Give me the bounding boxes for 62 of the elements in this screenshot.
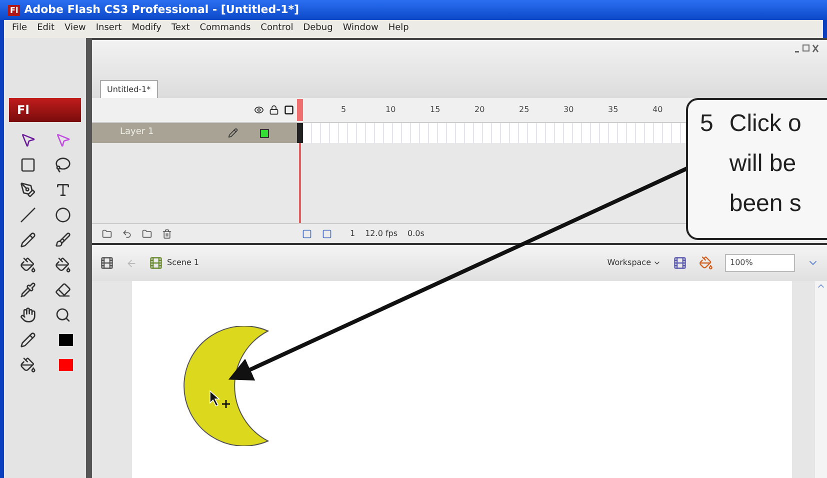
app-badge: Fl [8, 4, 20, 16]
oval-tool-icon[interactable] [55, 206, 71, 222]
step-number: 5 [700, 109, 714, 139]
brush-tool-icon[interactable] [55, 232, 71, 248]
trash-icon[interactable] [162, 228, 172, 238]
eyedropper-tool-icon[interactable] [20, 282, 36, 298]
line-tool-icon[interactable] [20, 206, 36, 222]
callout-text: been s [729, 189, 802, 219]
lock-icon[interactable] [269, 105, 279, 115]
workspace-menu[interactable]: Workspace [607, 257, 661, 269]
text-tool-icon[interactable] [55, 182, 71, 198]
frame-keyframe-icon [260, 128, 269, 138]
frame-rate: 12.0 fps [365, 228, 398, 240]
menu-item[interactable]: View [64, 22, 86, 36]
stroke-color-swatch[interactable] [58, 334, 72, 346]
eye-icon[interactable] [254, 105, 264, 115]
frame-number: 15 [430, 104, 442, 116]
subselection-tool-icon[interactable] [55, 132, 71, 148]
frame-number: 35 [608, 104, 620, 116]
current-frame: 1 [350, 228, 356, 240]
menu-item[interactable]: Modify [132, 22, 162, 36]
menu-item[interactable]: Window [342, 22, 378, 36]
pencil-tool-icon[interactable] [20, 232, 36, 248]
fill-color-swatch[interactable] [58, 358, 72, 370]
scrollbar[interactable] [815, 281, 827, 478]
outline-icon[interactable] [284, 105, 294, 115]
app-logo: Fl [9, 98, 81, 122]
menu-item[interactable]: Edit [37, 22, 54, 36]
window-title: Adobe Flash CS3 Professional - [Untitled-1*] [24, 2, 300, 18]
frame-number: 10 [386, 104, 397, 116]
menu-item[interactable]: Help [388, 22, 409, 36]
menu-item[interactable]: Control [260, 22, 294, 36]
frame-number: 20 [474, 104, 486, 116]
folder-icon[interactable] [142, 228, 152, 238]
callout-text: Click o [729, 109, 802, 139]
zoom-tool-icon[interactable] [55, 306, 71, 322]
paint-bucket-tool-icon[interactable] [20, 256, 36, 272]
lasso-tool-icon[interactable] [55, 156, 71, 172]
hand-tool-icon[interactable] [20, 306, 36, 322]
document-tab[interactable]: Untitled-1* [100, 80, 158, 98]
elapsed-time: 0.0s [408, 228, 424, 240]
menu-item[interactable]: Insert [96, 22, 122, 36]
pencil-icon [228, 128, 238, 138]
frame-number: 5 [341, 104, 348, 116]
selection-tool-icon[interactable] [20, 132, 36, 148]
frame-number: 25 [519, 104, 530, 116]
eraser-tool-icon[interactable] [55, 282, 71, 298]
scene-icon [149, 256, 163, 270]
menu-item[interactable]: Commands [200, 22, 251, 36]
frame-number: 30 [564, 104, 575, 116]
caret-icon [653, 259, 661, 267]
layer-name: Layer 1 [120, 126, 155, 140]
pen-tool-icon[interactable] [20, 182, 36, 198]
window-controls-icon[interactable] [795, 44, 819, 53]
callout-text: will be [729, 149, 798, 179]
menu-item[interactable]: File [12, 22, 28, 36]
zoom-field[interactable]: 100% [725, 254, 795, 272]
frame-number: 40 [652, 104, 664, 116]
menu-item[interactable]: Debug [303, 22, 333, 36]
scene-name: Scene 1 [167, 257, 200, 269]
menu-item[interactable]: Text [172, 22, 190, 36]
playhead-icon [297, 123, 303, 143]
